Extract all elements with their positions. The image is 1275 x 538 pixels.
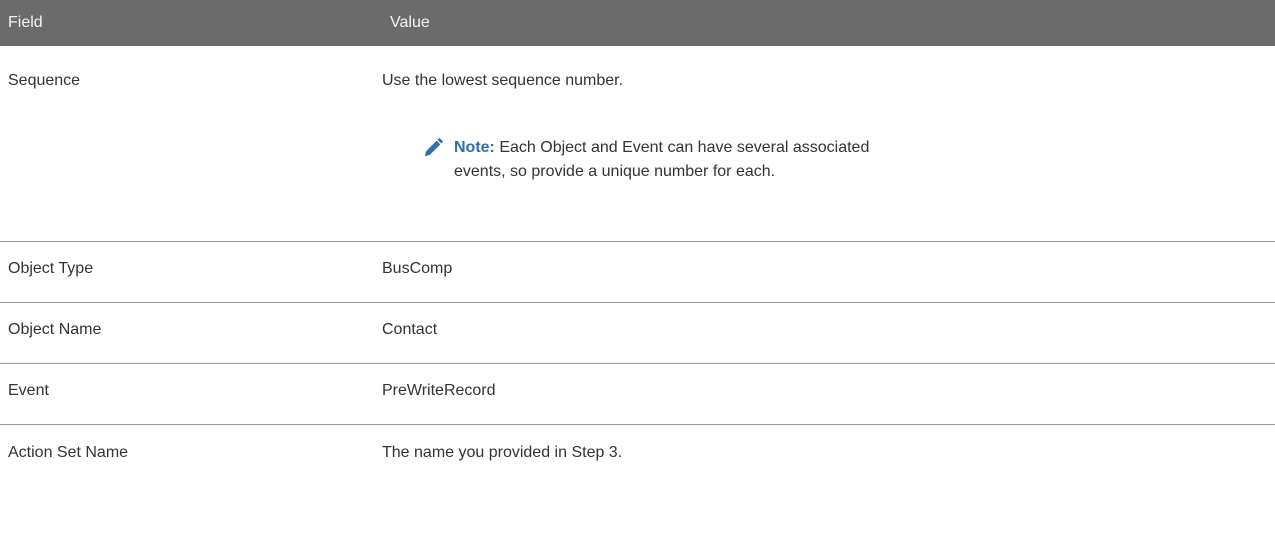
table-row: Event PreWriteRecord — [0, 364, 1275, 425]
value-cell: BusComp — [382, 260, 453, 277]
value-text: Use the lowest sequence number. — [382, 72, 624, 89]
table-header: Field Value — [0, 0, 1275, 46]
field-value-table: Field Value Sequence Use the lowest sequ… — [0, 0, 1275, 501]
note-body: Each Object and Event can have several a… — [454, 139, 870, 180]
header-field: Field — [8, 14, 43, 31]
field-cell: Object Type — [8, 260, 94, 277]
field-cell: Sequence — [8, 72, 81, 89]
table-row: Action Set Name The name you provided in… — [0, 425, 1275, 501]
header-value: Value — [390, 14, 430, 31]
field-cell: Event — [8, 382, 49, 399]
value-cell: Contact — [382, 321, 438, 338]
value-cell: PreWriteRecord — [382, 382, 496, 399]
table-row: Object Name Contact — [0, 303, 1275, 364]
pencil-icon — [424, 137, 444, 157]
field-cell: Object Name — [8, 321, 102, 338]
note-label: Note: — [454, 139, 495, 156]
value-cell: The name you provided in Step 3. — [382, 444, 623, 461]
note-text: Note: Each Object and Event can have sev… — [454, 136, 882, 184]
note-callout: Note: Each Object and Event can have sev… — [422, 136, 882, 184]
table-row: Object Type BusComp — [0, 242, 1275, 303]
field-cell: Action Set Name — [8, 444, 129, 461]
value-cell: Use the lowest sequence number. Note: Ea… — [382, 46, 1275, 241]
table-row: Sequence Use the lowest sequence number.… — [0, 46, 1275, 242]
